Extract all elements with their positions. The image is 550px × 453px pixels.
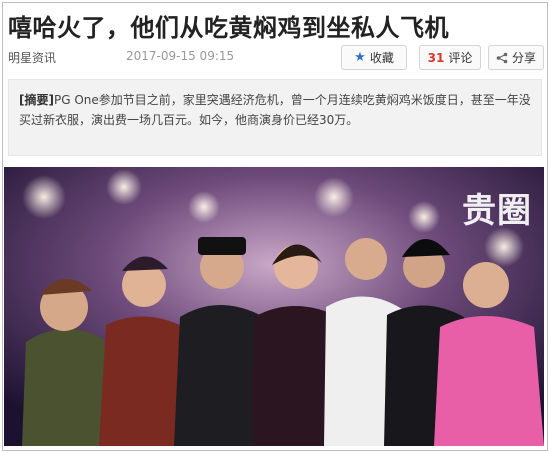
share-button[interactable]: 分享 xyxy=(488,45,544,70)
favorite-button[interactable]: ★ 收藏 xyxy=(341,45,407,70)
summary-text: PG One参加节目之前，家里突遇经济危机，曾一个月连续吃黄焖鸡米饭度日，甚至一… xyxy=(19,93,531,127)
article-photo: 贵圈 xyxy=(4,167,544,446)
star-icon: ★ xyxy=(354,50,366,65)
article-summary: [摘要]PG One参加节目之前，家里突遇经济危机，曾一个月连续吃黄焖鸡米饭度日… xyxy=(8,79,542,156)
comment-count: 31 xyxy=(427,50,445,65)
comment-label: 评论 xyxy=(448,51,473,65)
photo-watermark-logo: 贵圈 xyxy=(462,191,532,231)
share-icon xyxy=(496,52,508,63)
article-meta: 明星资讯 2017-09-15 09:15 ★ 收藏 31 评论 分享 xyxy=(8,45,544,71)
summary-tag: [摘要] xyxy=(19,93,54,107)
article-date: 2017-09-15 09:15 xyxy=(126,49,235,63)
article-source[interactable]: 明星资讯 xyxy=(8,49,56,66)
favorite-label: 收藏 xyxy=(369,51,394,65)
share-label: 分享 xyxy=(511,51,536,65)
comment-button[interactable]: 31 评论 xyxy=(419,45,481,70)
article-title: 嘻哈火了，他们从吃黄焖鸡到坐私人飞机 xyxy=(8,14,449,42)
